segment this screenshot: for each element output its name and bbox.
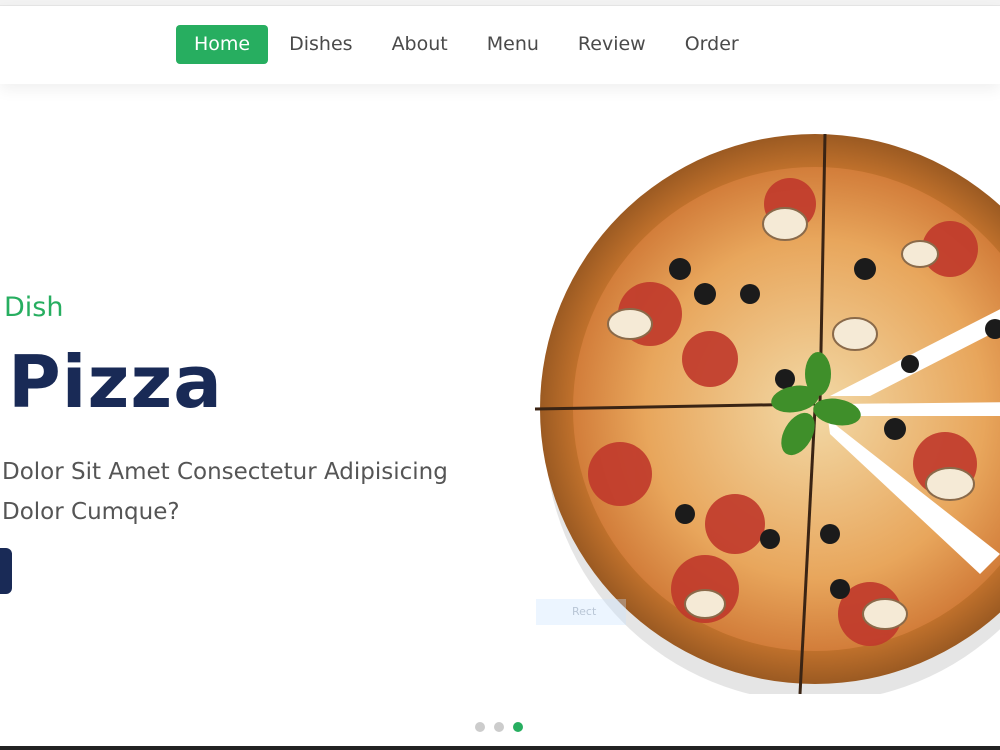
- bottom-border: [0, 746, 1000, 750]
- navbar: Home Dishes About Menu Review Order: [0, 6, 1000, 84]
- hero-slider: Dish Pizza Dolor Sit Amet Consectetur Ad…: [0, 84, 1000, 750]
- order-now-button[interactable]: [0, 548, 12, 594]
- hero-title: Pizza: [8, 340, 223, 424]
- hero-description: Dolor Sit Amet Consectetur Adipisicing D…: [2, 459, 448, 525]
- slider-dot-3[interactable]: [513, 722, 523, 732]
- slider-dot-2[interactable]: [494, 722, 504, 732]
- nav-item-order[interactable]: Order: [667, 25, 757, 64]
- slider-dot-1[interactable]: [475, 722, 485, 732]
- nav-item-home[interactable]: Home: [176, 25, 269, 64]
- hero-subtitle: Dish: [4, 292, 64, 323]
- nav-item-review[interactable]: Review: [560, 25, 664, 64]
- nav-item-dishes[interactable]: Dishes: [271, 25, 370, 64]
- nav-item-about[interactable]: About: [374, 25, 466, 64]
- nav-item-menu[interactable]: Menu: [469, 25, 557, 64]
- nav-menu: Home Dishes About Menu Review Order: [176, 25, 760, 64]
- slider-pagination: [475, 722, 532, 732]
- image-caption: Rect: [536, 599, 626, 625]
